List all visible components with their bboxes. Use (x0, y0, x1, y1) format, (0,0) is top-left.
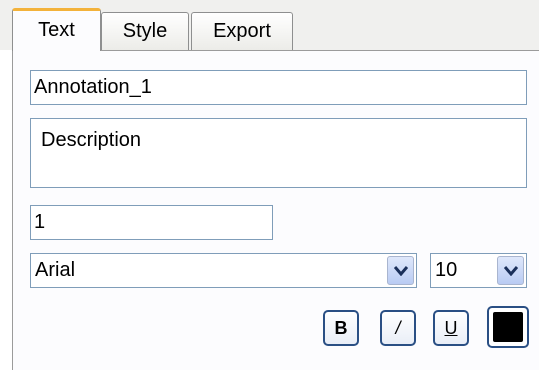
color-swatch (493, 312, 523, 342)
font-family-dropdown-button[interactable] (387, 256, 414, 285)
font-size-dropdown-button[interactable] (497, 256, 524, 285)
tab-text[interactable]: Text (12, 8, 101, 51)
chevron-down-icon (394, 266, 408, 276)
bold-button[interactable]: B (323, 310, 359, 346)
text-color-button[interactable] (487, 306, 529, 348)
underline-button[interactable]: U (433, 310, 469, 346)
name-field[interactable] (30, 70, 527, 105)
tab-strip: Text Style Export (0, 0, 539, 51)
font-size-select[interactable]: 10 (430, 253, 527, 288)
font-size-value: 10 (435, 259, 458, 281)
tab-export[interactable]: Export (191, 12, 293, 50)
description-field[interactable]: Description (30, 118, 527, 188)
tab-style[interactable]: Style (101, 12, 189, 50)
font-family-value: Arial (35, 259, 76, 281)
font-family-select[interactable]: Arial (30, 253, 417, 288)
text-properties-panel: Text Style Export Description Arial 10 B… (0, 0, 539, 370)
italic-button[interactable]: / (380, 310, 416, 346)
chevron-down-icon (504, 266, 518, 276)
number-field[interactable] (30, 205, 273, 240)
